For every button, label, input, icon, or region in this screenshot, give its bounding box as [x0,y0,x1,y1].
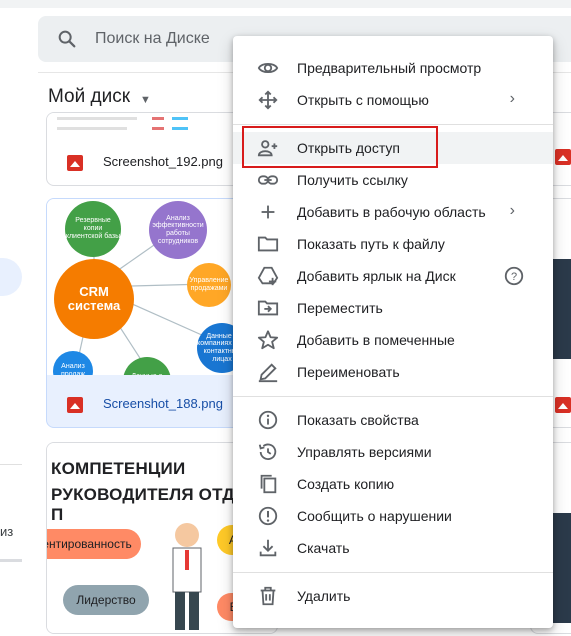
menu-item-show-location[interactable]: Показать путь к файлу [233,228,553,260]
menu-item-label: Получить ссылку [297,172,408,188]
menu-item-label: Открыть с помощью [297,92,429,108]
chevron-right-icon: › [509,90,515,107]
context-menu: Предварительный просмотр Открыть с помощ… [233,36,553,628]
menu-item-download[interactable]: Скачать [233,532,553,564]
history-icon [258,443,277,461]
storage-bar [0,559,22,562]
menu-item-label: Предварительный просмотр [297,60,482,76]
thumbnail-bubble: Лидерство [63,585,149,615]
download-icon [259,539,277,557]
photo-thumbnail [553,259,571,359]
menu-item-label: Создать копию [297,476,395,492]
thumbnail-bubble: ентированность [47,529,141,559]
image-file-icon [555,397,571,413]
menu-item-get-link[interactable]: Получить ссылку [233,164,553,196]
highlight-annotation [242,126,438,168]
thumbnail-title: КОМПЕТЕНЦИИ [51,459,186,478]
menu-item-details[interactable]: Показать свойства [233,404,553,436]
menu-item-label: Показать путь к файлу [297,236,445,252]
menu-item-add-shortcut[interactable]: Добавить ярлык на Диск ? [233,260,553,292]
menu-item-label: Удалить [297,588,351,604]
move-arrows-icon [258,90,278,110]
file-name: Screenshot_192.png [103,154,223,169]
trash-icon [260,586,276,606]
menu-divider [233,124,553,125]
plus-icon [261,205,275,219]
info-icon [258,410,278,430]
menu-item-delete[interactable]: Удалить [233,580,553,612]
chevron-right-icon: › [509,202,515,219]
photo-thumbnail [553,513,571,623]
storage-text: из [0,524,14,539]
folder-icon [257,236,279,252]
caret-down-icon[interactable]: ▼ [140,94,151,106]
menu-item-label: Переместить [297,300,383,316]
drive-shortcut-icon [257,266,279,286]
menu-item-label: Управлять версиями [297,444,432,460]
link-icon [257,175,279,185]
search-icon[interactable] [56,28,78,50]
rail-divider [0,464,22,465]
move-to-folder-icon [257,300,279,316]
menu-item-label: Скачать [297,540,350,556]
menu-divider [233,396,553,397]
help-icon[interactable]: ? [503,265,525,292]
mindmap-node: Управление продажами [187,263,231,307]
search-input[interactable]: Поиск на Диске [95,30,210,48]
menu-item-open-with[interactable]: Открыть с помощью › [233,84,553,116]
menu-item-label: Добавить ярлык на Диск [297,268,456,284]
image-file-icon [67,155,83,171]
mindmap-node: Анализ эффективности работы сотрудников [149,201,207,259]
menu-divider [233,572,553,573]
mindmap-node: Резервные копии клиентской базы [65,201,121,257]
menu-item-label: Показать свойства [297,412,419,428]
svg-text:?: ? [511,271,517,283]
menu-item-add-workspace[interactable]: Добавить в рабочую область › [233,196,553,228]
businessman-illustration [172,523,202,630]
copy-icon [260,474,277,494]
file-name: Screenshot_188.png [103,396,223,411]
pencil-icon [258,363,278,383]
menu-item-label: Сообщить о нарушении [297,508,452,524]
menu-item-report[interactable]: Сообщить о нарушении [233,500,553,532]
left-rail: из [0,72,38,636]
image-file-icon [67,397,83,413]
nav-item-active[interactable] [0,258,22,296]
menu-item-make-copy[interactable]: Создать копию [233,468,553,500]
menu-item-versions[interactable]: Управлять версиями [233,436,553,468]
menu-item-rename[interactable]: Переименовать [233,356,553,388]
report-icon [258,506,278,526]
image-file-icon [555,149,571,165]
eye-icon [257,62,279,74]
browser-strip [0,0,571,8]
mindmap-center: CRM система [54,259,134,339]
menu-item-label: Переименовать [297,364,400,380]
menu-item-label: Добавить в рабочую область [297,204,486,220]
menu-item-label: Добавить в помеченные [297,332,455,348]
menu-item-move[interactable]: Переместить [233,292,553,324]
star-icon [257,330,279,350]
menu-item-preview[interactable]: Предварительный просмотр [233,52,553,84]
menu-item-star[interactable]: Добавить в помеченные [233,324,553,356]
page-title[interactable]: Мой диск [48,86,130,108]
